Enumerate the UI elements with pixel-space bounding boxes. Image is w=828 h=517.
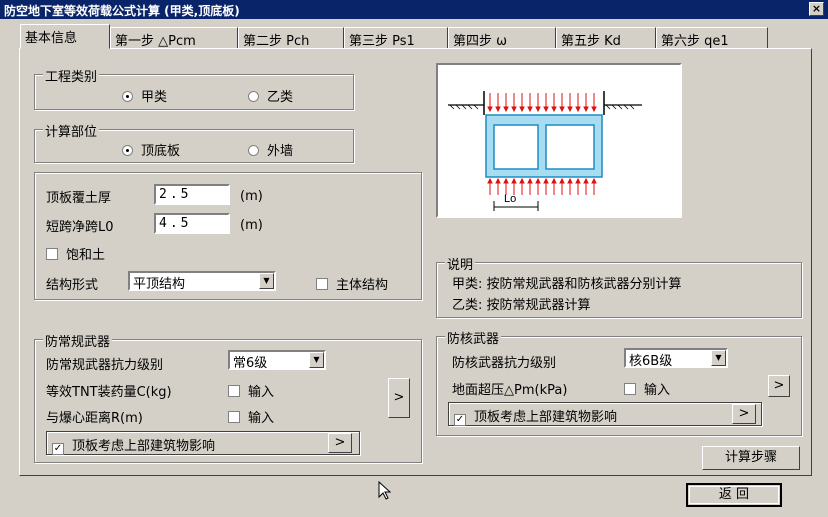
nuclear-level-select[interactable]: 核6B级 ▼ bbox=[624, 348, 728, 369]
calc-part-title: 计算部位 bbox=[43, 121, 100, 140]
tab-step-3[interactable]: 第三步 Ps1 bbox=[344, 27, 448, 49]
back-button[interactable]: 返 回 bbox=[686, 483, 782, 507]
tnt-charge-label: 等效TNT装药量C(kg) bbox=[46, 385, 172, 400]
soil-thickness-label: 顶板覆土厚 bbox=[46, 191, 112, 206]
conventional-level-select[interactable]: 常6级 ▼ bbox=[228, 350, 326, 371]
checkbox-box bbox=[624, 383, 636, 395]
mouse-cursor-icon bbox=[378, 481, 392, 500]
main-structure-checkbox[interactable]: 主体结构 bbox=[316, 274, 388, 293]
radio-class-b[interactable]: 乙类 bbox=[248, 86, 293, 105]
nuclear-params-button[interactable]: > bbox=[768, 375, 790, 397]
short-span-label: 短跨净跨L0 bbox=[46, 220, 114, 235]
nuclear-upper-button[interactable]: > bbox=[732, 404, 756, 424]
saturated-soil-checkbox[interactable]: 饱和土 bbox=[46, 244, 105, 263]
chevron-down-icon: ▼ bbox=[711, 350, 726, 366]
conventional-upper-button[interactable]: > bbox=[328, 433, 352, 453]
top-load-arrows bbox=[487, 93, 597, 113]
checkbox-box: ✓ bbox=[454, 414, 466, 426]
soil-thickness-input[interactable]: 2.5 bbox=[154, 184, 230, 205]
ground-overpressure-label: 地面超压△Pm(kPa) bbox=[452, 383, 568, 398]
nuclear-weapon-title: 防核武器 bbox=[445, 328, 502, 347]
tab-step-4[interactable]: 第四步 ω bbox=[448, 27, 556, 49]
window-title: 防空地下室等效荷载公式计算 (甲类,顶底板) bbox=[4, 4, 240, 18]
close-button[interactable]: × bbox=[809, 2, 824, 16]
tab-step-1[interactable]: 第一步 △Pcm bbox=[110, 27, 238, 49]
checkbox-box bbox=[316, 278, 328, 290]
structure-diagram-svg: Lo bbox=[448, 91, 642, 211]
radio-class-a[interactable]: 甲类 bbox=[122, 86, 167, 105]
tab-step-6[interactable]: 第六步 qe1 bbox=[656, 27, 768, 49]
overpressure-input-checkbox[interactable]: 输入 bbox=[624, 379, 670, 398]
tnt-input-checkbox[interactable]: 输入 bbox=[228, 381, 274, 400]
conventional-level-label: 防常规武器抗力级别 bbox=[46, 358, 164, 373]
radio-dot bbox=[248, 91, 259, 102]
checkbox-box bbox=[228, 385, 240, 397]
conventional-upper-building-checkbox[interactable]: ✓ 顶板考虑上部建筑物影响 bbox=[52, 435, 215, 455]
tab-basic-info[interactable]: 基本信息 bbox=[20, 24, 110, 49]
conventional-params-button[interactable]: > bbox=[388, 378, 410, 418]
project-type-group: 工程类别 bbox=[34, 66, 354, 110]
title-bar: 防空地下室等效荷载公式计算 (甲类,顶底板) × bbox=[0, 0, 828, 19]
tab-step-2[interactable]: 第二步 Pch bbox=[238, 27, 344, 49]
structure-diagram: Lo bbox=[436, 63, 682, 218]
radio-roof-floor[interactable]: 顶底板 bbox=[122, 140, 180, 159]
conventional-weapon-title: 防常规武器 bbox=[43, 331, 113, 350]
checkbox-box bbox=[46, 248, 58, 260]
chevron-down-icon: ▼ bbox=[259, 273, 274, 289]
radio-dot bbox=[248, 145, 259, 156]
calc-steps-button[interactable]: 计算步骤 bbox=[702, 446, 800, 470]
explain-line-2: 乙类: 按防常规武器计算 bbox=[452, 298, 591, 313]
structure-form-select[interactable]: 平顶结构 ▼ bbox=[128, 271, 276, 292]
nuclear-upper-building-checkbox[interactable]: ✓ 顶板考虑上部建筑物影响 bbox=[454, 406, 617, 426]
checkbox-box bbox=[228, 411, 240, 423]
span-unit-label: (m) bbox=[240, 218, 263, 233]
blast-distance-label: 与爆心距离R(m) bbox=[46, 411, 143, 426]
calc-part-group: 计算部位 bbox=[34, 121, 354, 163]
explain-line-1: 甲类: 按防常规武器和防核武器分别计算 bbox=[452, 277, 682, 292]
radio-dot-selected bbox=[122, 145, 133, 156]
short-span-input[interactable]: 4.5 bbox=[154, 213, 230, 234]
radio-dot-selected bbox=[122, 91, 133, 102]
tab-step-5[interactable]: 第五步 Kd bbox=[556, 27, 656, 49]
structure-form-label: 结构形式 bbox=[46, 278, 99, 293]
distance-input-checkbox[interactable]: 输入 bbox=[228, 407, 274, 426]
checkbox-box: ✓ bbox=[52, 443, 64, 455]
nuclear-level-label: 防核武器抗力级别 bbox=[452, 356, 557, 371]
radio-outer-wall[interactable]: 外墙 bbox=[248, 140, 293, 159]
project-type-title: 工程类别 bbox=[43, 66, 100, 85]
span-dimension-label: Lo bbox=[504, 193, 516, 205]
explain-title: 说明 bbox=[445, 254, 476, 273]
chevron-down-icon: ▼ bbox=[309, 352, 324, 368]
soil-unit-label: (m) bbox=[240, 189, 263, 204]
